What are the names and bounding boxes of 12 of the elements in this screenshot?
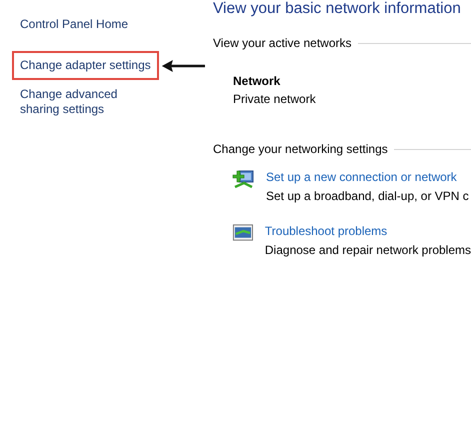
- section-heading: View your active networks: [213, 35, 352, 52]
- task-link[interactable]: Troubleshoot problems: [264, 222, 471, 240]
- network-type: Private network: [233, 91, 317, 108]
- sidebar-link[interactable]: Change advanced sharing settings: [12, 80, 160, 124]
- task-description: Diagnose and repair network problems: [264, 242, 471, 259]
- task-link[interactable]: Set up a new connection or network: [266, 168, 469, 186]
- section-heading: Change your networking settings: [213, 141, 388, 158]
- sidebar-link[interactable]: Control Panel Home: [12, 10, 160, 39]
- page-title: View your basic network information: [213, 0, 462, 18]
- task-description: Set up a broadband, dial-up, or VPN c: [266, 188, 469, 205]
- network-name: Network: [233, 73, 282, 90]
- sidebar-link[interactable]: Change adapter settings: [12, 51, 159, 80]
